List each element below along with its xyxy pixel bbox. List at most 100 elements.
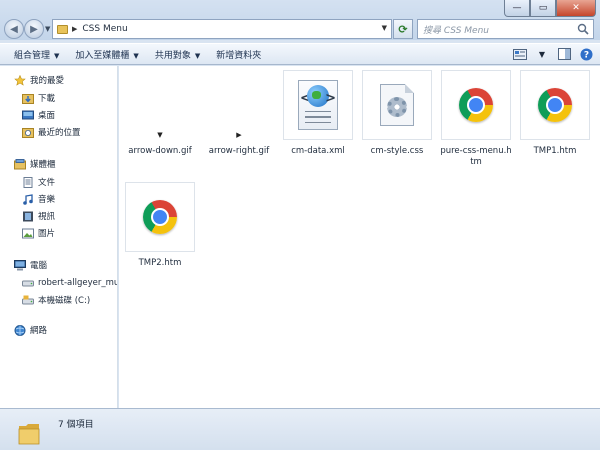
window-controls: — ▭ ✕ xyxy=(504,0,596,18)
documents-icon xyxy=(23,176,33,188)
close-button[interactable]: ✕ xyxy=(556,0,596,17)
view-icon xyxy=(513,48,527,60)
new-folder-button[interactable]: 新增資料夾 xyxy=(208,48,269,61)
arrow-right-gif-icon: ▶ xyxy=(236,131,242,139)
file-thumbnail xyxy=(362,70,432,140)
sidebar-item-favorites[interactable]: 我的最愛 xyxy=(14,74,64,86)
arrow-down-gif-icon: ▼ xyxy=(157,131,163,139)
file-thumbnail: ▼ xyxy=(125,70,195,140)
details-pane: 7 個項目 xyxy=(0,408,600,450)
caret-down-icon: ▼ xyxy=(194,51,201,60)
sidebar-item-music[interactable]: 音樂 xyxy=(22,193,55,205)
computer-icon xyxy=(14,259,26,270)
svg-text:?: ? xyxy=(583,50,588,60)
breadcrumb-arrow-icon[interactable]: ▶ xyxy=(72,25,77,33)
share-with-menu[interactable]: 共用對象 ▼ xyxy=(147,48,208,61)
back-button[interactable]: ◀ xyxy=(4,19,24,39)
preview-pane-icon xyxy=(557,48,571,60)
xml-file-icon: < > xyxy=(298,80,338,130)
music-icon xyxy=(23,193,33,205)
file-item[interactable]: TMP1.htm xyxy=(518,70,592,157)
sidebar-item-libraries[interactable]: 媒體櫃 xyxy=(14,158,56,170)
local-disk-icon xyxy=(22,295,34,304)
file-name: TMP2.htm xyxy=(138,258,182,268)
sidebar-item-downloads[interactable]: 下載 xyxy=(22,92,55,104)
navigation-pane: 我的最愛 下載 桌面 最近的位置 媒體櫃 文件 音樂 視訊 圖片 電腦 robe… xyxy=(0,66,118,408)
videos-icon xyxy=(23,211,33,221)
sidebar-item-label: 桌面 xyxy=(38,111,56,121)
file-name: TMP1.htm xyxy=(533,146,577,156)
sidebar-item-label: robert-allgeyer_mu xyxy=(38,277,118,288)
new-folder-label: 新增資料夾 xyxy=(216,50,262,61)
sidebar-item-label: 最近的位置 xyxy=(38,128,81,138)
maximize-button[interactable]: ▭ xyxy=(530,0,556,17)
view-dropdown-icon[interactable]: ▼ xyxy=(534,47,550,61)
forward-arrow-icon: ▶ xyxy=(30,23,38,35)
desktop-icon xyxy=(22,110,34,119)
css-file-icon xyxy=(380,84,414,126)
back-arrow-icon: ◀ xyxy=(10,23,18,35)
file-item[interactable]: < > cm-data.xml xyxy=(281,70,355,157)
drive-icon xyxy=(22,280,34,287)
sidebar-item-label: 電腦 xyxy=(30,261,48,271)
preview-pane-button[interactable] xyxy=(556,47,572,61)
sidebar-item-label: 文件 xyxy=(38,178,56,188)
sidebar-item-network-drive[interactable]: robert-allgeyer_mu xyxy=(22,277,118,288)
file-thumbnail xyxy=(125,182,195,252)
chrome-icon xyxy=(538,88,572,122)
caret-down-icon: ▼ xyxy=(54,51,60,60)
address-dropdown-icon[interactable]: ▼ xyxy=(382,24,387,32)
share-with-label: 共用對象 xyxy=(154,50,191,61)
network-icon xyxy=(14,324,26,336)
file-item[interactable]: pure-css-menu.htm xyxy=(439,70,513,168)
file-item[interactable]: ▶ arrow-right.gif xyxy=(202,70,276,157)
downloads-folder-icon xyxy=(22,93,34,104)
chrome-icon xyxy=(459,88,493,122)
search-icon[interactable] xyxy=(577,23,589,35)
file-thumbnail: ▶ xyxy=(204,70,274,140)
file-thumbnail: < > xyxy=(283,70,353,140)
organize-label: 組合管理 xyxy=(14,50,51,61)
search-placeholder: 搜尋 CSS Menu xyxy=(423,25,489,36)
minimize-button[interactable]: — xyxy=(504,0,530,17)
sidebar-item-network[interactable]: 網路 xyxy=(14,324,47,336)
search-input[interactable]: 搜尋 CSS Menu xyxy=(417,19,594,39)
file-name: arrow-right.gif xyxy=(208,146,270,156)
chrome-icon xyxy=(143,200,177,234)
sidebar-item-recent-places[interactable]: 最近的位置 xyxy=(22,126,81,138)
sidebar-item-documents[interactable]: 文件 xyxy=(22,176,55,188)
recent-pages-dropdown[interactable]: ▼ xyxy=(45,25,50,33)
sidebar-item-computer[interactable]: 電腦 xyxy=(14,259,47,271)
refresh-button[interactable]: ⟳ xyxy=(393,19,413,39)
sidebar-item-pictures[interactable]: 圖片 xyxy=(22,227,55,239)
sidebar-item-label: 網路 xyxy=(30,326,48,336)
sidebar-item-label: 音樂 xyxy=(38,195,56,205)
pictures-icon xyxy=(22,228,34,238)
breadcrumb[interactable]: CSS Menu xyxy=(82,24,127,34)
sidebar-item-desktop[interactable]: 桌面 xyxy=(22,109,55,121)
sidebar-item-label: 下載 xyxy=(38,94,56,104)
sidebar-item-label: 視訊 xyxy=(38,212,56,222)
star-icon xyxy=(14,74,26,86)
file-name: arrow-down.gif xyxy=(128,146,192,156)
folder-icon xyxy=(18,424,40,445)
help-button[interactable]: ? xyxy=(578,47,594,61)
sidebar-item-videos[interactable]: 視訊 xyxy=(22,210,55,222)
help-icon: ? xyxy=(580,48,592,60)
add-to-library-menu[interactable]: 加入至媒體櫃 ▼ xyxy=(67,48,146,61)
file-thumbnail xyxy=(441,70,511,140)
address-bar[interactable]: ▶ CSS Menu ▼ xyxy=(52,19,392,39)
sidebar-item-label: 本機磁碟 (C:) xyxy=(38,296,91,306)
file-list: ▼ arrow-down.gif ▶ arrow-right.gif < > c… xyxy=(119,66,600,408)
file-item[interactable]: cm-style.css xyxy=(360,70,434,157)
command-bar: 組合管理 ▼ 加入至媒體櫃 ▼ 共用對象 ▼ 新增資料夾 ▼ ? xyxy=(0,43,600,65)
file-item[interactable]: TMP2.htm xyxy=(123,182,197,269)
organize-menu[interactable]: 組合管理 ▼ xyxy=(6,48,67,61)
file-item[interactable]: ▼ arrow-down.gif xyxy=(123,70,197,157)
caret-down-icon: ▼ xyxy=(133,51,139,60)
sidebar-item-local-disk[interactable]: 本機磁碟 (C:) xyxy=(22,294,90,306)
forward-button[interactable]: ▶ xyxy=(24,19,44,39)
view-options-button[interactable] xyxy=(512,47,528,61)
file-name: cm-data.xml xyxy=(291,146,345,156)
sidebar-item-label: 我的最愛 xyxy=(30,76,65,86)
